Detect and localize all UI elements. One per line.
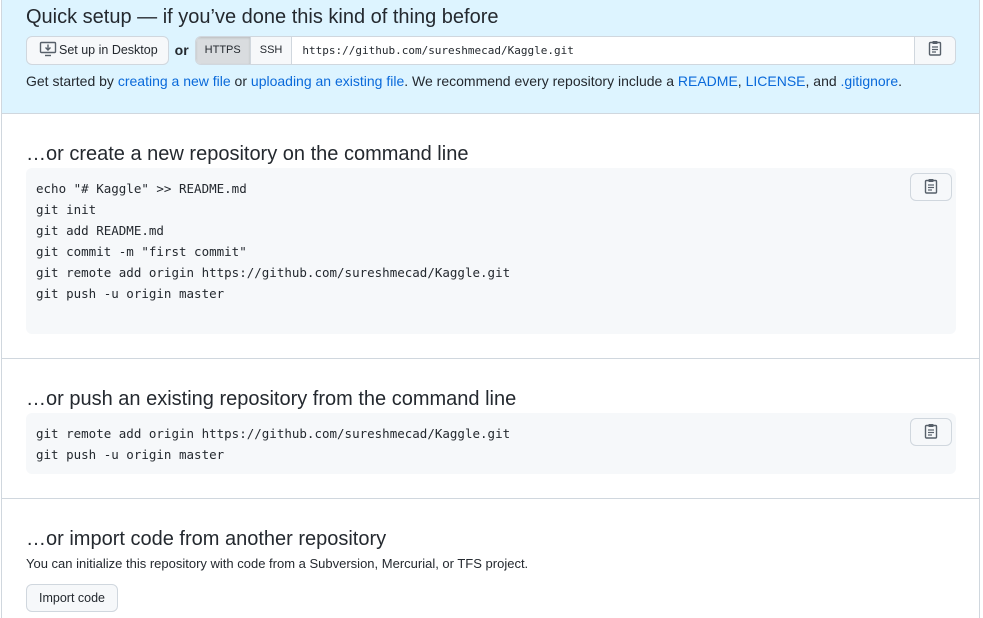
code-line: git push -u origin master	[36, 447, 225, 462]
or-label: or	[174, 42, 189, 58]
import-code-button[interactable]: Import code	[26, 584, 119, 612]
create-repo-section: …or create a new repository on the comma…	[2, 114, 979, 359]
create-repo-code: echo "# Kaggle" >> README.md git init git …	[26, 168, 956, 314]
get-started-text: Get started by creating a new file or up…	[26, 72, 902, 90]
protocol-ssh-tab[interactable]: SSH	[250, 36, 293, 64]
quick-setup-title: Quick setup — if you’ve done this kind o…	[26, 6, 499, 28]
uploading-existing-file-link[interactable]: uploading an existing file	[251, 73, 404, 89]
code-line: git remote add origin https://github.com…	[36, 426, 511, 441]
quick-setup-panel: Quick setup — if you’ve done this kind o…	[2, 0, 979, 114]
readme-link[interactable]: README	[678, 73, 738, 89]
push-existing-code-block: git remote add origin https://github.com…	[26, 413, 956, 474]
code-line: git remote add origin https://github.com…	[36, 265, 511, 280]
code-line: git init	[36, 202, 97, 217]
clone-url-input[interactable]	[292, 36, 914, 64]
push-existing-title: …or push an existing repository from the…	[26, 388, 517, 410]
import-code-description: You can initialize this repository with …	[26, 556, 529, 571]
get-started-middle: . We recommend every repository include …	[404, 73, 678, 89]
gitignore-link[interactable]: .gitignore	[841, 73, 899, 89]
repo-empty-state: Quick setup — if you’ve done this kind o…	[1, 0, 980, 618]
get-started-prefix: Get started by	[26, 73, 118, 89]
creating-new-file-link[interactable]: creating a new file	[118, 73, 231, 89]
clone-url-group: HTTPS SSH	[194, 35, 956, 65]
license-link[interactable]: LICENSE	[746, 73, 806, 89]
desktop-download-icon	[39, 41, 59, 60]
code-line: echo "# Kaggle" >> README.md	[36, 181, 247, 196]
copy-clone-url-button[interactable]	[914, 36, 955, 64]
get-started-comma: ,	[737, 73, 746, 89]
create-repo-code-block: echo "# Kaggle" >> README.md git init git …	[26, 168, 956, 334]
create-repo-title: …or create a new repository on the comma…	[26, 143, 469, 165]
clipboard-icon	[928, 40, 942, 61]
import-code-section: …or import code from another repository …	[2, 499, 979, 618]
get-started-suffix: .	[898, 73, 903, 89]
protocol-https-tab[interactable]: HTTPS	[195, 36, 251, 64]
code-line: git commit -m "first commit"	[36, 244, 247, 259]
set-up-in-desktop-label: Set up in Desktop	[59, 43, 158, 57]
code-line: git push -u origin master	[36, 286, 225, 301]
code-line: git add README.md	[36, 223, 164, 238]
get-started-and: , and	[805, 73, 841, 89]
clipboard-icon	[924, 178, 938, 197]
clipboard-icon	[924, 423, 938, 442]
set-up-in-desktop-button[interactable]: Set up in Desktop	[26, 35, 169, 65]
clone-url-row: Set up in Desktop or HTTPS SSH	[26, 35, 956, 65]
push-existing-code: git remote add origin https://github.com…	[26, 413, 956, 475]
import-code-title: …or import code from another repository	[26, 528, 387, 550]
copy-create-repo-button[interactable]	[910, 173, 952, 201]
push-existing-section: …or push an existing repository from the…	[2, 359, 979, 499]
copy-push-existing-button[interactable]	[910, 418, 952, 446]
get-started-or: or	[230, 73, 251, 89]
